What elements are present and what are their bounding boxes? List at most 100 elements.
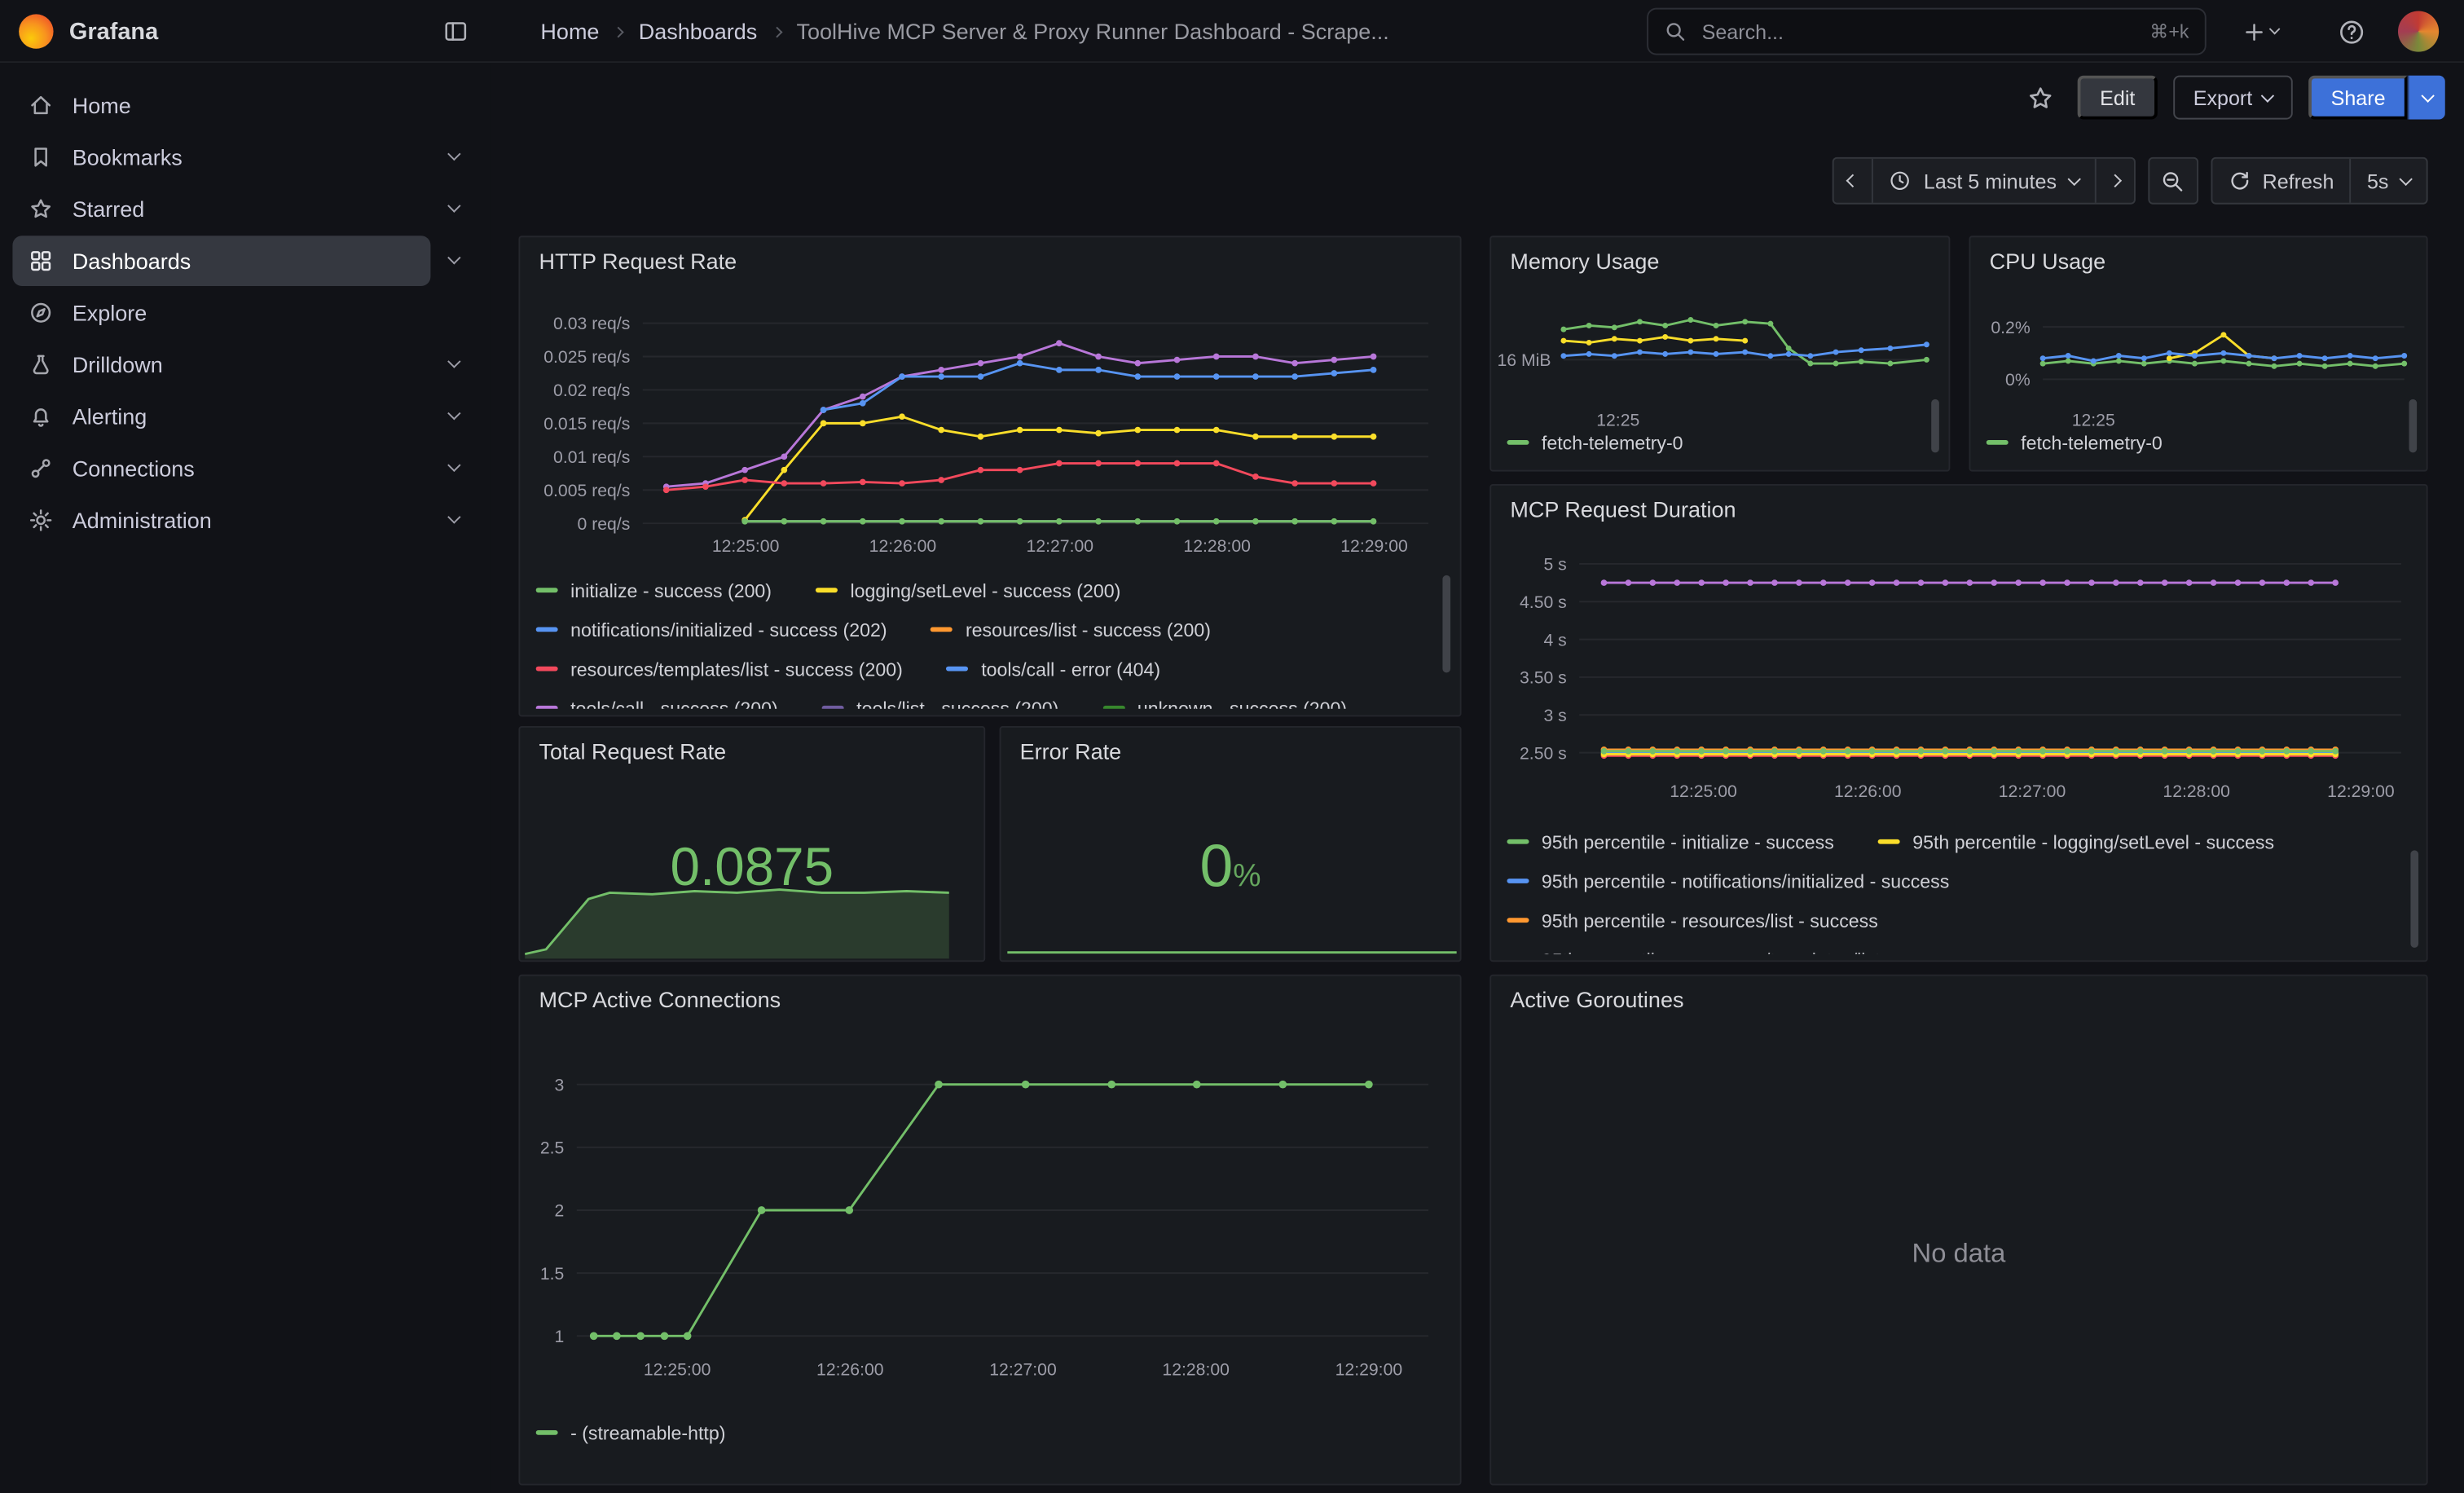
- time-range-label: Last 5 minutes: [1924, 169, 2057, 192]
- add-menu-button[interactable]: [2232, 10, 2288, 54]
- legend-item[interactable]: resources/templates/list - success (200): [536, 658, 903, 680]
- svg-text:12:26:00: 12:26:00: [1834, 782, 1902, 801]
- time-range-picker[interactable]: Last 5 minutes: [1872, 159, 2094, 203]
- memory-usage-chart[interactable]: 16 MiB12:25: [1491, 275, 1948, 432]
- sidebar-item-starred[interactable]: Starred: [12, 183, 477, 235]
- expand-chevron-icon[interactable]: [430, 413, 477, 418]
- chart-legend: - (streamable-http): [536, 1413, 1428, 1452]
- breadcrumb-home[interactable]: Home: [540, 19, 599, 44]
- zoom-out-button[interactable]: [2148, 157, 2198, 205]
- legend-item[interactable]: resources/list - success (200): [931, 619, 1211, 641]
- svg-text:0.005 req/s: 0.005 req/s: [543, 482, 630, 500]
- legend-item[interactable]: 95th percentile - notifications/initiali…: [1507, 870, 1949, 892]
- sidebar-item-drilldown[interactable]: Drilldown: [12, 338, 477, 390]
- mcp-request-duration-chart[interactable]: 5 s4.50 s4 s3.50 s3 s2.50 s12:25:0012:26…: [1491, 533, 2426, 816]
- svg-text:0.025 req/s: 0.025 req/s: [543, 348, 630, 367]
- legend-item[interactable]: 95th percentile - initialize - success: [1507, 830, 1833, 852]
- expand-chevron-icon[interactable]: [430, 154, 477, 159]
- sidebar-item-connections[interactable]: Connections: [12, 442, 477, 494]
- search-input[interactable]: [1699, 18, 2137, 45]
- svg-text:1: 1: [555, 1328, 565, 1346]
- expand-chevron-icon[interactable]: [430, 465, 477, 470]
- sidebar-toggle-icon[interactable]: [433, 10, 477, 54]
- help-button[interactable]: [2329, 10, 2373, 54]
- chevron-right-icon: [2108, 174, 2121, 187]
- share-split-button: Share: [2309, 76, 2445, 120]
- svg-text:4 s: 4 s: [1543, 631, 1566, 650]
- panel-cpu-usage: CPU Usage 0.2%0%12:25 fetch-telemetry-0: [1969, 236, 2427, 471]
- legend-item[interactable]: logging/setLevel - success (200): [816, 579, 1120, 601]
- share-button[interactable]: Share: [2309, 76, 2408, 120]
- export-button[interactable]: Export: [2173, 76, 2294, 120]
- panel-title[interactable]: Total Request Rate: [520, 728, 983, 775]
- refresh-interval-picker[interactable]: 5s: [2350, 159, 2427, 203]
- grafana-logo-icon: [19, 14, 53, 48]
- cpu-usage-chart[interactable]: 0.2%0%12:25: [1970, 275, 2426, 432]
- svg-text:12:27:00: 12:27:00: [1999, 782, 2066, 801]
- sidebar-item-explore[interactable]: Explore: [12, 286, 477, 338]
- share-menu-button[interactable]: [2408, 76, 2445, 120]
- svg-text:12:25:00: 12:25:00: [712, 537, 780, 556]
- legend-item[interactable]: notifications/initialized - success (202…: [536, 619, 887, 641]
- favorite-star-icon[interactable]: [2018, 76, 2062, 120]
- chevron-left-icon: [1846, 174, 1859, 187]
- legend-item[interactable]: tools/call - success (200): [536, 697, 778, 708]
- no-data-message: No data: [1491, 1023, 2426, 1483]
- sidebar-item-administration[interactable]: Administration: [12, 494, 477, 546]
- legend-scrollbar[interactable]: [1442, 575, 1450, 673]
- brand[interactable]: Grafana: [19, 0, 158, 63]
- sidebar-item-label: Starred: [73, 196, 145, 221]
- sidebar-item-label: Alerting: [73, 403, 147, 429]
- panel-memory-usage: Memory Usage 16 MiB12:25 fetch-telemetry…: [1489, 236, 1950, 471]
- user-avatar[interactable]: [2398, 11, 2439, 51]
- expand-chevron-icon[interactable]: [430, 206, 477, 211]
- legend-item[interactable]: tools/call - error (404): [947, 658, 1160, 680]
- legend-item[interactable]: initialize - success (200): [536, 579, 772, 601]
- mcp-active-connections-chart[interactable]: 32.521.5112:25:0012:26:0012:27:0012:28:0…: [520, 1023, 1459, 1400]
- legend-scrollbar[interactable]: [1931, 399, 1939, 453]
- legend-item[interactable]: unknown - success (200): [1102, 697, 1347, 708]
- brand-name: Grafana: [69, 18, 158, 45]
- expand-chevron-icon[interactable]: [430, 517, 477, 522]
- top-bar: Grafana Home Dashboards ToolHive MCP Ser…: [0, 0, 2464, 63]
- sidebar-item-bookmarks[interactable]: Bookmarks: [12, 130, 477, 183]
- legend-item[interactable]: tools/list - success (200): [822, 697, 1059, 708]
- svg-text:12:29:00: 12:29:00: [1340, 537, 1408, 556]
- legend-item[interactable]: fetch-telemetry-0: [1987, 431, 2163, 453]
- legend-item[interactable]: 95th percentile - resources/templates/li…: [1507, 949, 1965, 954]
- sidebar-item-home[interactable]: Home: [12, 78, 477, 130]
- chevron-down-icon: [2268, 24, 2280, 35]
- sidebar-item-dashboards[interactable]: Dashboards: [12, 234, 477, 286]
- refresh-button[interactable]: Refresh: [2212, 159, 2350, 203]
- expand-chevron-icon[interactable]: [430, 258, 477, 262]
- svg-text:3: 3: [555, 1076, 565, 1094]
- legend-scrollbar[interactable]: [2409, 399, 2417, 453]
- breadcrumb-dashboards[interactable]: Dashboards: [639, 19, 758, 44]
- panel-title[interactable]: Active Goroutines: [1491, 976, 2426, 1024]
- time-shift-back-button[interactable]: [1834, 159, 1872, 203]
- chart-legend: fetch-telemetry-0: [1507, 423, 1916, 462]
- panel-title[interactable]: Error Rate: [1001, 728, 1459, 775]
- legend-item[interactable]: 95th percentile - resources/list - succe…: [1507, 909, 1877, 931]
- legend-item[interactable]: - (streamable-http): [536, 1421, 726, 1443]
- legend-item[interactable]: fetch-telemetry-0: [1507, 431, 1683, 453]
- legend-item[interactable]: 95th percentile - logging/setLevel - suc…: [1878, 830, 2274, 852]
- panel-error-rate: Error Rate 0%: [1000, 726, 1462, 962]
- zoom-out-icon: [2161, 169, 2185, 192]
- search-box[interactable]: ⌘+k: [1647, 8, 2207, 55]
- svg-text:0.2%: 0.2%: [1991, 319, 2030, 337]
- panel-title[interactable]: HTTP Request Rate: [520, 237, 1459, 284]
- legend-scrollbar[interactable]: [2410, 850, 2418, 948]
- http-request-rate-chart[interactable]: 0.03 req/s0.025 req/s0.02 req/s0.015 req…: [520, 284, 1459, 564]
- chevron-down-icon: [2420, 88, 2433, 101]
- time-shift-forward-button[interactable]: [2094, 159, 2133, 203]
- panel-title[interactable]: MCP Request Duration: [1491, 486, 2426, 533]
- sidebar-item-alerting[interactable]: Alerting: [12, 390, 477, 442]
- panel-title[interactable]: MCP Active Connections: [520, 976, 1459, 1024]
- expand-chevron-icon[interactable]: [430, 362, 477, 367]
- panel-mcp-active-connections: MCP Active Connections 32.521.5112:25:00…: [518, 975, 1461, 1486]
- svg-text:12:27:00: 12:27:00: [1027, 537, 1094, 556]
- svg-text:12:28:00: 12:28:00: [1162, 1360, 1230, 1379]
- edit-button[interactable]: Edit: [2078, 76, 2157, 120]
- sidebar-item-label: Administration: [73, 507, 212, 532]
